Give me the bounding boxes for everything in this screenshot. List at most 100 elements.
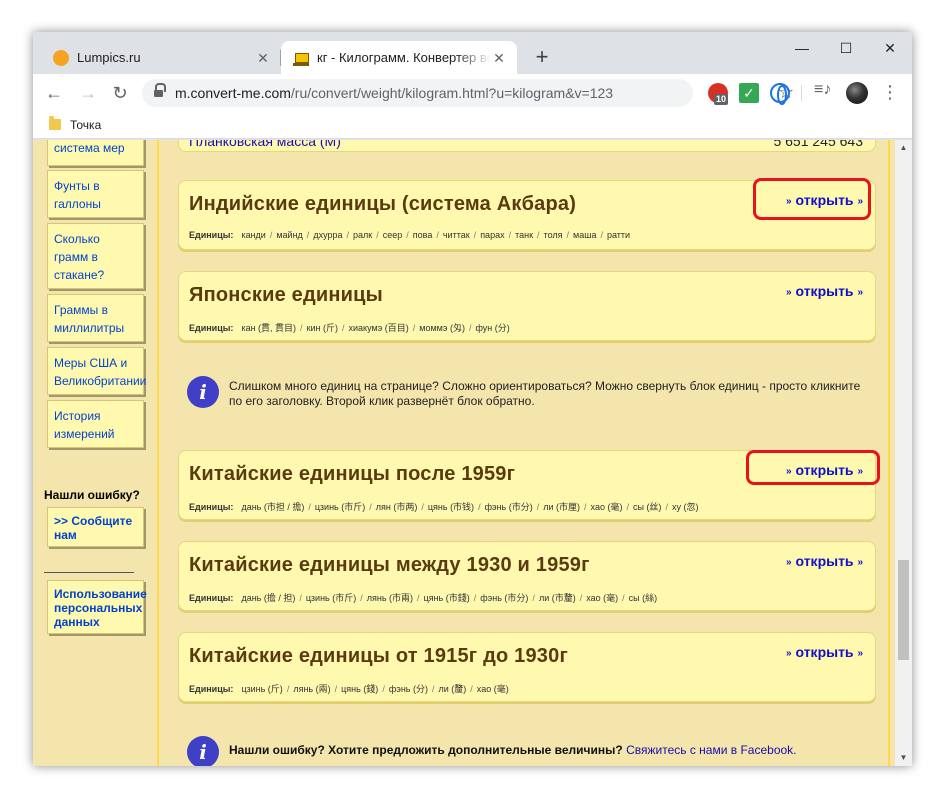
unit-separator: / [346,230,349,240]
extension-red-icon[interactable]: 10 [708,83,729,105]
sidebar-item-grams-ml[interactable]: Граммы в миллилитры [47,294,144,342]
open-button[interactable]: » открыть » [786,644,863,660]
forward-button[interactable]: → [75,80,101,106]
unit-link[interactable]: фэнь (分) [389,684,428,694]
section-title[interactable]: Японские единицы [189,284,383,307]
main-content: Планковская масса (M) 5 651 245 643 Инди… [157,140,890,766]
unit-separator: / [382,684,385,694]
unit-link[interactable]: цянь (市錢) [424,593,470,603]
globe-extension-icon[interactable] [770,83,790,105]
folder-icon [49,116,61,130]
unit-link[interactable]: моммэ (匁) [419,323,465,333]
unit-link[interactable]: лян (市两) [376,502,418,512]
unit-link[interactable]: хао (毫) [477,684,509,694]
unit-link[interactable]: маша [573,230,596,240]
sidebar-item-us-uk[interactable]: Меры США и Великобритании [47,347,146,395]
tab-lumpics[interactable]: Lumpics.ru ✕ [41,41,281,74]
unit-link[interactable]: лянь (市兩) [367,593,413,603]
unit-separator: / [536,502,540,512]
section-title[interactable]: Китайские единицы после 1959г [189,463,515,486]
unit-link[interactable]: толя [544,230,563,240]
unit-link[interactable]: цянь (錢) [341,684,378,694]
back-button[interactable]: ← [41,80,67,106]
unit-link[interactable]: дань (擔 / 担) [241,593,295,603]
reload-button[interactable]: ↻ [107,80,133,106]
close-window-button[interactable]: ✕ [868,38,912,62]
unit-link[interactable]: фэнь (市分) [480,593,528,603]
open-button[interactable]: » открыть » [786,553,863,569]
unit-link[interactable]: цянь (市钱) [428,502,474,512]
section-title[interactable]: Китайские единицы от 1915г до 1930г [189,645,568,668]
open-button[interactable]: » открыть » [786,283,863,299]
section-title[interactable]: Индийские единицы (система Акбара) [189,193,576,216]
maximize-button[interactable]: ☐ [824,38,868,62]
unit-link[interactable]: ли (市厘) [543,502,580,512]
unit-link[interactable]: читтак [443,230,470,240]
tab-converter[interactable]: кг - Килограмм. Конвертер величин ✕ [281,41,517,74]
unit-link[interactable]: парах [480,230,504,240]
info-icon: i [187,376,219,408]
unit-link[interactable]: лянь (兩) [293,684,330,694]
unit-link[interactable]: сы (丝) [633,502,661,512]
unit-link[interactable]: цзинь (市斤) [315,502,365,512]
close-tab-icon[interactable]: ✕ [255,50,271,66]
unit-separator: / [417,593,420,603]
unit-link[interactable]: канди [241,230,265,240]
browser-toolbar: ← → ↻ m.convert-me.com/ru/convert/weight… [33,74,912,111]
unit-link[interactable]: кан (貫, 貫目) [241,323,296,333]
scroll-down-arrow[interactable]: ▼ [895,750,912,766]
profile-avatar[interactable] [846,82,868,104]
unit-link[interactable]: ратти [607,230,630,240]
report-error-link[interactable]: >> Сообщите нам [47,507,144,547]
close-tab-icon[interactable]: ✕ [491,50,507,66]
minimize-button[interactable]: — [780,38,824,62]
sidebar-item-pounds-gallons[interactable]: Фунты в галлоны [47,170,144,218]
section-title[interactable]: Китайские единицы между 1930 и 1959г [189,554,590,577]
menu-kebab-icon[interactable]: ⋮ [881,82,899,103]
info-text: Слишком много единиц на странице? Сложно… [229,379,861,408]
scrollbar[interactable]: ▲ ▼ [895,140,912,766]
unit-link[interactable]: фэнь (市分) [485,502,533,512]
sidebar-item-history[interactable]: История измерений [47,400,144,448]
media-control-icon[interactable]: ≡♪ [814,81,831,99]
unit-link[interactable]: кин (斤) [307,323,338,333]
url-text: m.convert-me.com/ru/convert/weight/kilog… [175,85,614,101]
unit-link[interactable]: ли (釐) [439,684,467,694]
tab-title: кг - Килограмм. Конвертер величин [317,50,491,65]
planck-mass-label[interactable]: Планковская масса (M) [189,140,341,149]
unit-link[interactable]: хиакумэ (百目) [349,323,409,333]
scroll-up-arrow[interactable]: ▲ [895,140,912,156]
unit-link[interactable]: пова [413,230,433,240]
units-list: Единицы: дань (市担 / 擔) / цзинь (市斤) / лян (市两… [189,502,699,512]
scroll-thumb[interactable] [898,560,909,660]
unit-link[interactable]: дхурра [313,230,342,240]
unit-link[interactable]: хао (毫) [586,593,618,603]
unit-separator: / [436,230,439,240]
unit-link[interactable]: хао (毫) [591,502,623,512]
planck-mass-value: 5 651 245 643 [773,140,863,149]
sidebar-divider [44,572,134,573]
unit-link[interactable]: ли (市釐) [539,593,576,603]
unit-link[interactable]: фун (分) [475,323,509,333]
unit-link[interactable]: дань (市担 / 擔) [241,502,304,512]
section-chinese-1915-1930: Китайские единицы от 1915г до 1930г » от… [178,632,876,702]
feedback-text: Нашли ошибку? Хотите предложить дополнит… [229,743,797,757]
sidebar-item-system[interactable]: система мер [47,140,144,166]
facebook-link[interactable]: Свяжитесь с нами в Facebook. [626,743,796,757]
unit-link[interactable]: майнд [276,230,302,240]
unit-link[interactable]: сы (絲) [629,593,657,603]
bookmark-tochka[interactable]: Точка [70,118,101,132]
unit-link[interactable]: ху (忽) [672,502,699,512]
unit-link[interactable]: ралк [353,230,372,240]
section-japanese: Японские единицы » открыть » Единицы: кан… [178,271,876,341]
new-tab-button[interactable]: + [531,46,553,68]
unit-link[interactable]: цзинь (市斤) [306,593,356,603]
sidebar-item-grams-cup[interactable]: Сколько грамм в стакане? [47,223,144,289]
checkmark-extension-icon[interactable]: ✓ [739,83,759,103]
unit-separator: / [376,230,379,240]
unit-link[interactable]: цзинь (斤) [241,684,282,694]
privacy-link[interactable]: Использование персональных данных [47,580,147,634]
address-bar[interactable]: m.convert-me.com/ru/convert/weight/kilog… [142,79,794,107]
unit-link[interactable]: сеер [383,230,403,240]
unit-link[interactable]: танк [515,230,533,240]
